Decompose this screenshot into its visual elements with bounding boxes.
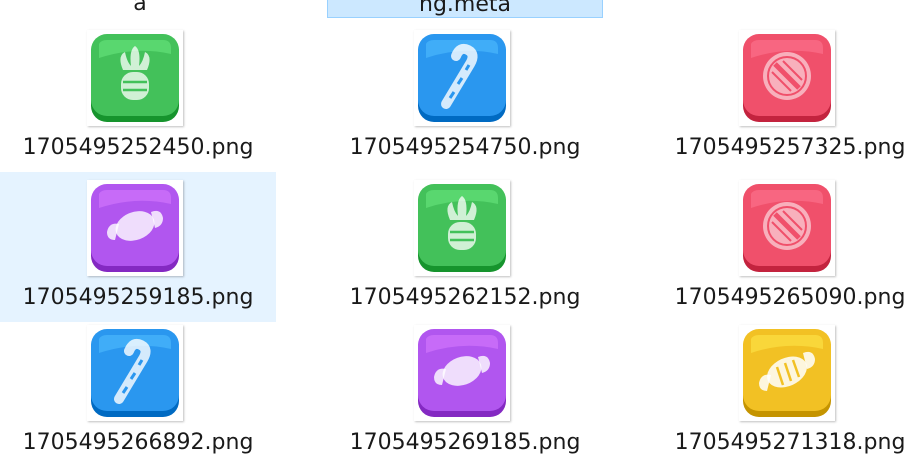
previous-row-labels: a ng.meta — [0, 0, 923, 22]
candy-cane-icon — [91, 329, 179, 417]
striped-mint-icon — [743, 34, 831, 122]
file-name: 1705495259185.png — [22, 285, 254, 310]
file-name: 1705495265090.png — [674, 285, 906, 310]
file-grid: 1705495252450.png 1705495254750.png 1705… — [0, 22, 923, 464]
file-name: 1705495254750.png — [349, 135, 581, 160]
wrapped-candy-icon — [91, 184, 179, 272]
thumbnail — [414, 325, 510, 421]
thumbnail — [87, 30, 183, 126]
thumbnail — [739, 180, 835, 276]
pineapple-candy-icon — [91, 34, 179, 122]
file-item[interactable]: 1705495269185.png — [327, 317, 603, 467]
file-item[interactable]: 1705495265090.png — [652, 172, 923, 322]
file-name: 1705495269185.png — [349, 430, 581, 455]
file-name: 1705495262152.png — [349, 285, 581, 310]
file-item[interactable]: 1705495262152.png — [327, 172, 603, 322]
file-name: 1705495252450.png — [22, 135, 254, 160]
file-name: 1705495257325.png — [674, 135, 906, 160]
file-item[interactable]: 1705495266892.png — [0, 317, 276, 467]
file-name: 1705495266892.png — [22, 430, 254, 455]
thumbnail — [414, 180, 510, 276]
thumbnail — [87, 325, 183, 421]
file-item[interactable]: 1705495254750.png — [327, 22, 603, 172]
file-item[interactable]: 1705495257325.png — [652, 22, 923, 172]
selected-file-label[interactable]: ng.meta — [327, 0, 603, 18]
file-name: 1705495271318.png — [674, 430, 906, 455]
thumbnail — [414, 30, 510, 126]
thumbnail — [739, 325, 835, 421]
thumbnail — [87, 180, 183, 276]
wrapped-candy-icon — [418, 329, 506, 417]
striped-mint-icon — [743, 184, 831, 272]
striped-wrapped-candy-icon — [743, 329, 831, 417]
thumbnail — [739, 30, 835, 126]
pineapple-candy-icon — [418, 184, 506, 272]
file-label-partial[interactable]: a — [126, 0, 154, 18]
candy-cane-icon — [418, 34, 506, 122]
file-item-hovered[interactable]: 1705495259185.png — [0, 172, 276, 322]
file-item[interactable]: 1705495271318.png — [652, 317, 923, 467]
file-item[interactable]: 1705495252450.png — [0, 22, 276, 172]
